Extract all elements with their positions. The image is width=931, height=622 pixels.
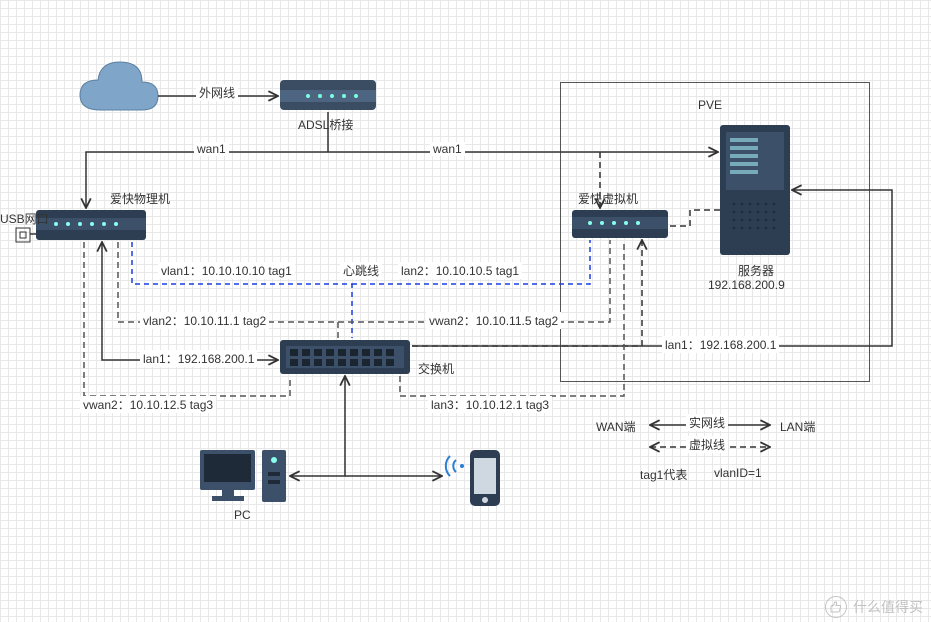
- label-vwan2b: vwan2：10.10.12.5 tag3: [80, 396, 216, 413]
- watermark: 什么值得买: [825, 596, 923, 618]
- router-physical-icon: [36, 210, 146, 240]
- label-lan2: lan2：10.10.10.5 tag1: [398, 262, 522, 279]
- legend-tagnote: tag1代表: [640, 466, 687, 483]
- label-vwan2: vwan2：10.10.11.5 tag2: [426, 312, 561, 329]
- label-wan1-right: wan1: [430, 142, 465, 156]
- label-server-name: 服务器: [726, 262, 786, 279]
- legend-lan: LAN端: [780, 418, 815, 435]
- legend-dashed: 虚拟线: [686, 436, 728, 453]
- switch-icon: [280, 340, 410, 374]
- label-server-ip: 192.168.200.9: [708, 278, 785, 292]
- legend-solid: 实网线: [686, 414, 728, 431]
- label-heartbeat: 心跳线: [340, 262, 382, 279]
- label-lan1-right: lan1：192.168.200.1: [662, 336, 779, 353]
- adsl-modem-icon: [280, 80, 376, 110]
- label-external-line: 外网线: [196, 84, 238, 101]
- label-lan1-left: lan1：192.168.200.1: [140, 350, 257, 367]
- label-wan1-left: wan1: [194, 142, 229, 156]
- legend-tagnote2: vlanID=1: [714, 466, 762, 480]
- label-switch: 交换机: [418, 360, 454, 377]
- label-vlan2: vlan2：10.10.11.1 tag2: [140, 312, 269, 329]
- phone-icon: [470, 450, 500, 506]
- label-usb: USB网口: [0, 210, 49, 227]
- label-adsl: ADSL桥接: [298, 116, 353, 133]
- usb-port-icon: [16, 228, 30, 242]
- cloud-icon: [80, 62, 158, 110]
- wifi-icon: [446, 456, 464, 476]
- label-vlan1: vlan1：10.10.10.10 tag1: [158, 262, 295, 279]
- label-aikuai-virt: 爱快虚拟机: [578, 190, 638, 207]
- label-lan3: lan3：10.10.12.1 tag3: [428, 396, 552, 413]
- pc-icon: [200, 450, 286, 502]
- legend-wan: WAN端: [596, 418, 636, 435]
- label-aikuai-phys: 爱快物理机: [110, 190, 170, 207]
- label-pve: PVE: [680, 98, 740, 112]
- label-pc: PC: [234, 508, 251, 522]
